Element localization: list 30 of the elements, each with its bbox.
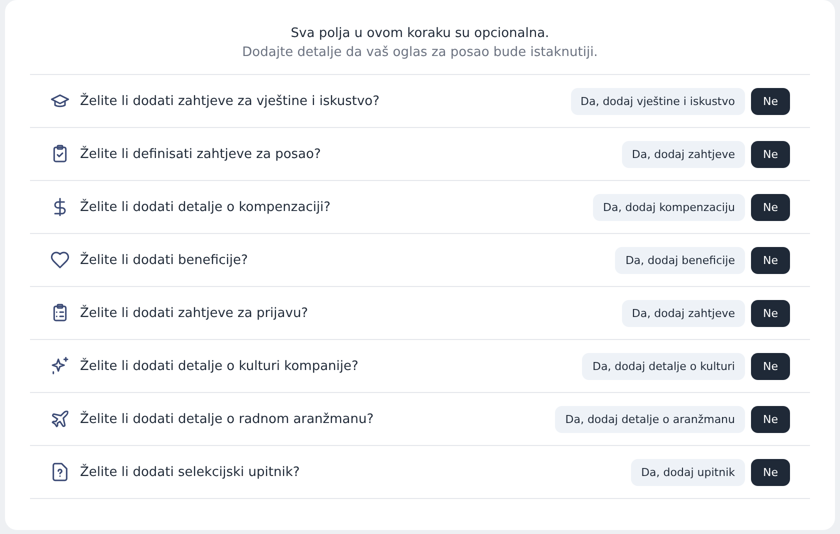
yes-button[interactable]: Da, dodaj upitnik — [631, 458, 745, 486]
no-button[interactable]: Ne — [751, 246, 790, 274]
no-button[interactable]: Ne — [751, 406, 790, 432]
airplane-icon — [50, 409, 70, 429]
yes-button[interactable]: Da, dodaj vještine i iskustvo — [570, 88, 745, 114]
no-button[interactable]: Ne — [751, 352, 790, 380]
yes-button[interactable]: Da, dodaj zahtjeve — [622, 300, 745, 326]
no-button[interactable]: Ne — [751, 88, 790, 114]
question-text: Želite li dodati detalje o radnom aranžmanu? — [80, 412, 375, 426]
question-text: Želite li dodati selekcijski upitnik? — [80, 464, 301, 480]
sparkles-icon — [50, 356, 70, 376]
heart-icon — [50, 250, 70, 270]
yes-button[interactable]: Da, dodaj beneficije — [615, 246, 745, 274]
no-button[interactable]: Ne — [751, 194, 790, 220]
section-title: Sva polja u ovom koraku su opcionalna. — [290, 26, 550, 41]
question-text: Želite li dodati detalje o kompenzaciji? — [80, 200, 332, 214]
yes-button[interactable]: Da, dodaj zahtjeve — [622, 140, 745, 168]
question-text: Želite li dodati beneficije? — [80, 252, 249, 268]
question-text: Želite li dodati zahtjeve za prijavu? — [80, 306, 310, 320]
question-text: Želite li dodati zahtjeve za vještine i iskustvo? — [80, 94, 381, 108]
section-subtitle: Dodajte detalje da vaš oglas za posao bude istaknutiji. — [242, 45, 598, 60]
no-button[interactable]: Ne — [751, 300, 790, 326]
no-button[interactable]: Ne — [751, 140, 790, 168]
yes-button[interactable]: Da, dodaj detalje o kulturi — [582, 352, 745, 380]
question-text: Želite li dodati detalje o kulturi kompanije? — [80, 358, 360, 374]
question-document-icon — [50, 462, 70, 482]
no-button[interactable]: Ne — [751, 458, 790, 486]
yes-button[interactable]: Da, dodaj kompenzaciju — [593, 194, 745, 220]
question-text: Želite li definisati zahtjeve za posao? — [80, 146, 322, 162]
yes-button[interactable]: Da, dodaj detalje o aranžmanu — [555, 406, 745, 432]
